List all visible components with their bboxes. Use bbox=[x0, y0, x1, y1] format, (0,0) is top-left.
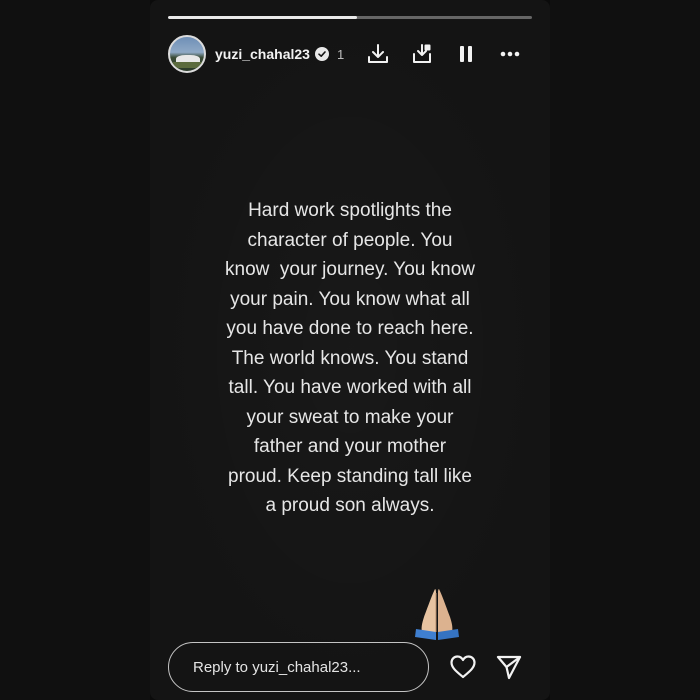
folded-hands-emoji bbox=[415, 589, 459, 640]
story-header: yuzi_chahal23 1 bbox=[168, 34, 532, 74]
time-ago: 1 bbox=[336, 46, 345, 62]
story-viewer: yuzi_chahal23 1 Hard work spotlights the… bbox=[0, 0, 700, 700]
heart-icon bbox=[450, 655, 477, 679]
quote-line: know your journey. You know bbox=[225, 259, 475, 280]
reply-placeholder: Reply to yuzi_chahal23... bbox=[193, 658, 361, 676]
quote-line: a proud son always. bbox=[265, 495, 435, 516]
username[interactable]: yuzi_chahal23 bbox=[215, 46, 310, 62]
quote-line: father and your mother bbox=[253, 436, 447, 457]
quote-line: you have done to reach here. bbox=[226, 318, 474, 339]
share-button[interactable] bbox=[486, 644, 532, 690]
quote-line: The world knows. You stand bbox=[231, 347, 469, 369]
quote-line: character of people. You bbox=[247, 229, 453, 251]
right-backdrop bbox=[550, 0, 700, 700]
left-backdrop bbox=[0, 0, 150, 700]
pause-icon bbox=[460, 46, 472, 62]
like-button[interactable] bbox=[441, 644, 487, 690]
more-options-button[interactable] bbox=[488, 38, 532, 70]
story-progress-fill bbox=[168, 16, 358, 19]
story-progress-bar bbox=[168, 16, 532, 19]
save-to-device-icon bbox=[413, 44, 431, 63]
save-to-device-button[interactable] bbox=[400, 38, 444, 70]
story-card[interactable]: yuzi_chahal23 1 Hard work spotlights the… bbox=[150, 0, 550, 700]
send-icon bbox=[497, 655, 522, 680]
story-footer: Reply to yuzi_chahal23... bbox=[168, 641, 532, 693]
quote-line: your sweat to make your bbox=[246, 406, 454, 428]
avatar[interactable] bbox=[168, 35, 206, 73]
download-icon bbox=[368, 44, 388, 63]
quote-line: proud. Keep standing tall like bbox=[228, 465, 472, 487]
quote-line: your pain. You know what all bbox=[230, 288, 470, 310]
pause-button[interactable] bbox=[444, 38, 488, 70]
more-icon bbox=[500, 51, 520, 57]
story-quote-text: Hard work spotlights the character of pe… bbox=[150, 196, 550, 521]
header-actions bbox=[356, 38, 532, 70]
quote-line: tall. You have worked with all bbox=[228, 377, 472, 398]
download-button[interactable] bbox=[356, 38, 400, 70]
quote-line: Hard work spotlights the bbox=[248, 200, 452, 221]
verified-badge-icon bbox=[314, 47, 329, 61]
reply-input[interactable]: Reply to yuzi_chahal23... bbox=[168, 642, 429, 692]
